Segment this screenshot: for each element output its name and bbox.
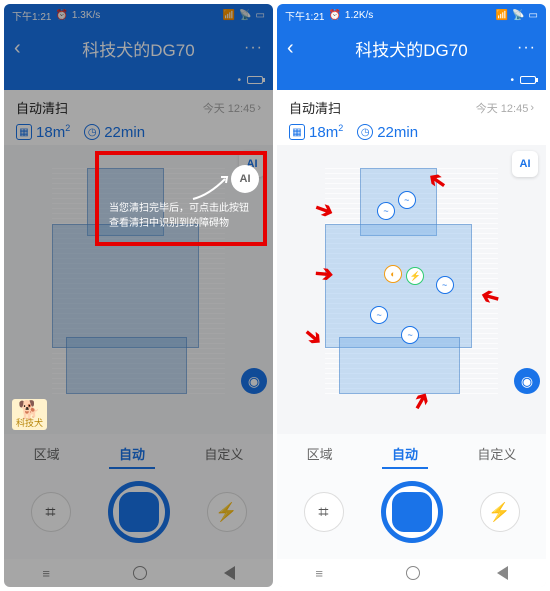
more-button[interactable]: ··· <box>243 39 263 57</box>
alarm-icon: ⏰ <box>55 10 67 21</box>
dock-icon[interactable]: ◉ <box>514 368 540 394</box>
tooltip-line1: 当您清扫完毕后，可点击此按钮 <box>109 201 259 216</box>
charge-button[interactable]: ⚡ <box>207 492 247 532</box>
detected-object-icon[interactable]: ~ <box>370 306 388 324</box>
detected-object-icon[interactable]: ~ <box>377 202 395 220</box>
nav-home-icon[interactable] <box>406 566 420 580</box>
map-area-left[interactable]: AI AI 当您清扫完毕后，可点击此按钮 查看清扫中识别到的障碍物 ◉ 🐕科技犬 <box>4 145 273 434</box>
alarm-icon: ⏰ <box>328 10 340 21</box>
controls-row: ⌗ ⚡ <box>277 471 546 559</box>
stat-area: ▦ 18m2 <box>289 123 343 141</box>
wifi-icon: 📡 <box>239 10 251 21</box>
nav-home-icon[interactable] <box>133 566 147 580</box>
map-area-right[interactable]: AI ◉ ~~◐⚡~~~➔➔➔➔➔➔ <box>277 145 546 434</box>
header-strip: • <box>277 70 546 90</box>
android-nav: ≡ <box>4 559 273 587</box>
signal-icon: 📶 <box>496 10 508 21</box>
mode-title: 自动清扫 <box>16 98 68 117</box>
controls-row: ⌗ ⚡ <box>4 471 273 559</box>
ai-button[interactable]: AI <box>512 151 538 177</box>
status-bar: 下午1:21 ⏰ 1.2K/s 📶 📡 ▭ <box>277 4 546 26</box>
app-header: ‹ 科技犬的DG70 ··· <box>4 26 273 70</box>
annotation-arrow-icon: ➔ <box>314 260 335 288</box>
android-nav: ≡ <box>277 559 546 587</box>
strip-battery-icon <box>247 76 263 84</box>
mode-title: 自动清扫 <box>289 98 341 117</box>
mode-panel: 自动清扫 今天 12:45› ▦ 18m2 ◷ 22min <box>4 90 273 145</box>
detected-object-icon[interactable]: ◐ <box>384 265 402 283</box>
clock-icon: ◷ <box>357 124 373 140</box>
area-icon: ▦ <box>289 124 305 140</box>
signal-icon: 📶 <box>223 10 235 21</box>
clock-icon: ◷ <box>84 124 100 140</box>
tab-auto[interactable]: 自动 <box>382 440 428 469</box>
detected-object-icon[interactable]: ~ <box>401 326 419 344</box>
tab-custom[interactable]: 自定义 <box>467 440 526 469</box>
stat-time: ◷ 22min <box>357 124 418 141</box>
mode-tabs: 区域 自动 自定义 <box>4 434 273 471</box>
wall-button[interactable]: ⌗ <box>31 492 71 532</box>
dock-icon[interactable]: ◉ <box>241 368 267 394</box>
stat-area: ▦ 18m2 <box>16 123 70 141</box>
nav-recent-icon[interactable]: ≡ <box>42 566 56 580</box>
mode-tabs: 区域 自动 自定义 <box>277 434 546 471</box>
status-speed: 1.3K/s <box>72 10 100 21</box>
tab-zone[interactable]: 区域 <box>297 440 343 469</box>
strip-dot: • <box>510 75 514 86</box>
header-strip: • <box>4 70 273 90</box>
tab-auto[interactable]: 自动 <box>109 440 155 469</box>
tooltip-arrow-icon <box>191 173 231 203</box>
detected-object-icon[interactable]: ~ <box>436 276 454 294</box>
status-bar: 下午1:21 ⏰ 1.3K/s 📶 📡 ▭ <box>4 4 273 26</box>
battery-icon: ▭ <box>529 10 538 21</box>
annotation-arrow-icon: ➔ <box>298 321 329 353</box>
tooltip-icon: AI <box>231 165 259 193</box>
back-button[interactable]: ‹ <box>287 37 307 60</box>
strip-battery-icon <box>520 76 536 84</box>
start-button[interactable] <box>108 481 170 543</box>
start-button[interactable] <box>381 481 443 543</box>
tab-custom[interactable]: 自定义 <box>194 440 253 469</box>
status-time: 下午1:21 <box>12 8 51 23</box>
wifi-icon: 📡 <box>512 10 524 21</box>
tooltip-line2: 查看清扫中识别到的障碍物 <box>109 216 259 231</box>
watermark-logo: 🐕科技犬 <box>12 399 47 430</box>
phone-left: 下午1:21 ⏰ 1.3K/s 📶 📡 ▭ ‹ 科技犬的DG70 ··· • 自… <box>4 4 273 587</box>
area-icon: ▦ <box>16 124 32 140</box>
mode-timestamp: 今天 12:45› <box>203 100 261 116</box>
mode-panel: 自动清扫 今天 12:45› ▦ 18m2 ◷ 22min <box>277 90 546 145</box>
more-button[interactable]: ··· <box>516 39 536 57</box>
charge-button[interactable]: ⚡ <box>480 492 520 532</box>
battery-icon: ▭ <box>256 10 265 21</box>
status-time: 下午1:21 <box>285 8 324 23</box>
page-title: 科技犬的DG70 <box>34 36 243 61</box>
app-header: ‹ 科技犬的DG70 ··· <box>277 26 546 70</box>
mode-timestamp: 今天 12:45› <box>476 100 534 116</box>
status-speed: 1.2K/s <box>345 10 373 21</box>
back-button[interactable]: ‹ <box>14 37 34 60</box>
detected-object-icon[interactable]: ~ <box>398 191 416 209</box>
wall-button[interactable]: ⌗ <box>304 492 344 532</box>
nav-back-icon[interactable] <box>497 566 508 580</box>
nav-recent-icon[interactable]: ≡ <box>315 566 329 580</box>
stat-time: ◷ 22min <box>84 124 145 141</box>
tab-zone[interactable]: 区域 <box>24 440 70 469</box>
page-title: 科技犬的DG70 <box>307 36 516 61</box>
nav-back-icon[interactable] <box>224 566 235 580</box>
strip-dot: • <box>237 75 241 86</box>
phone-right: 下午1:21 ⏰ 1.2K/s 📶 📡 ▭ ‹ 科技犬的DG70 ··· • 自… <box>277 4 546 587</box>
